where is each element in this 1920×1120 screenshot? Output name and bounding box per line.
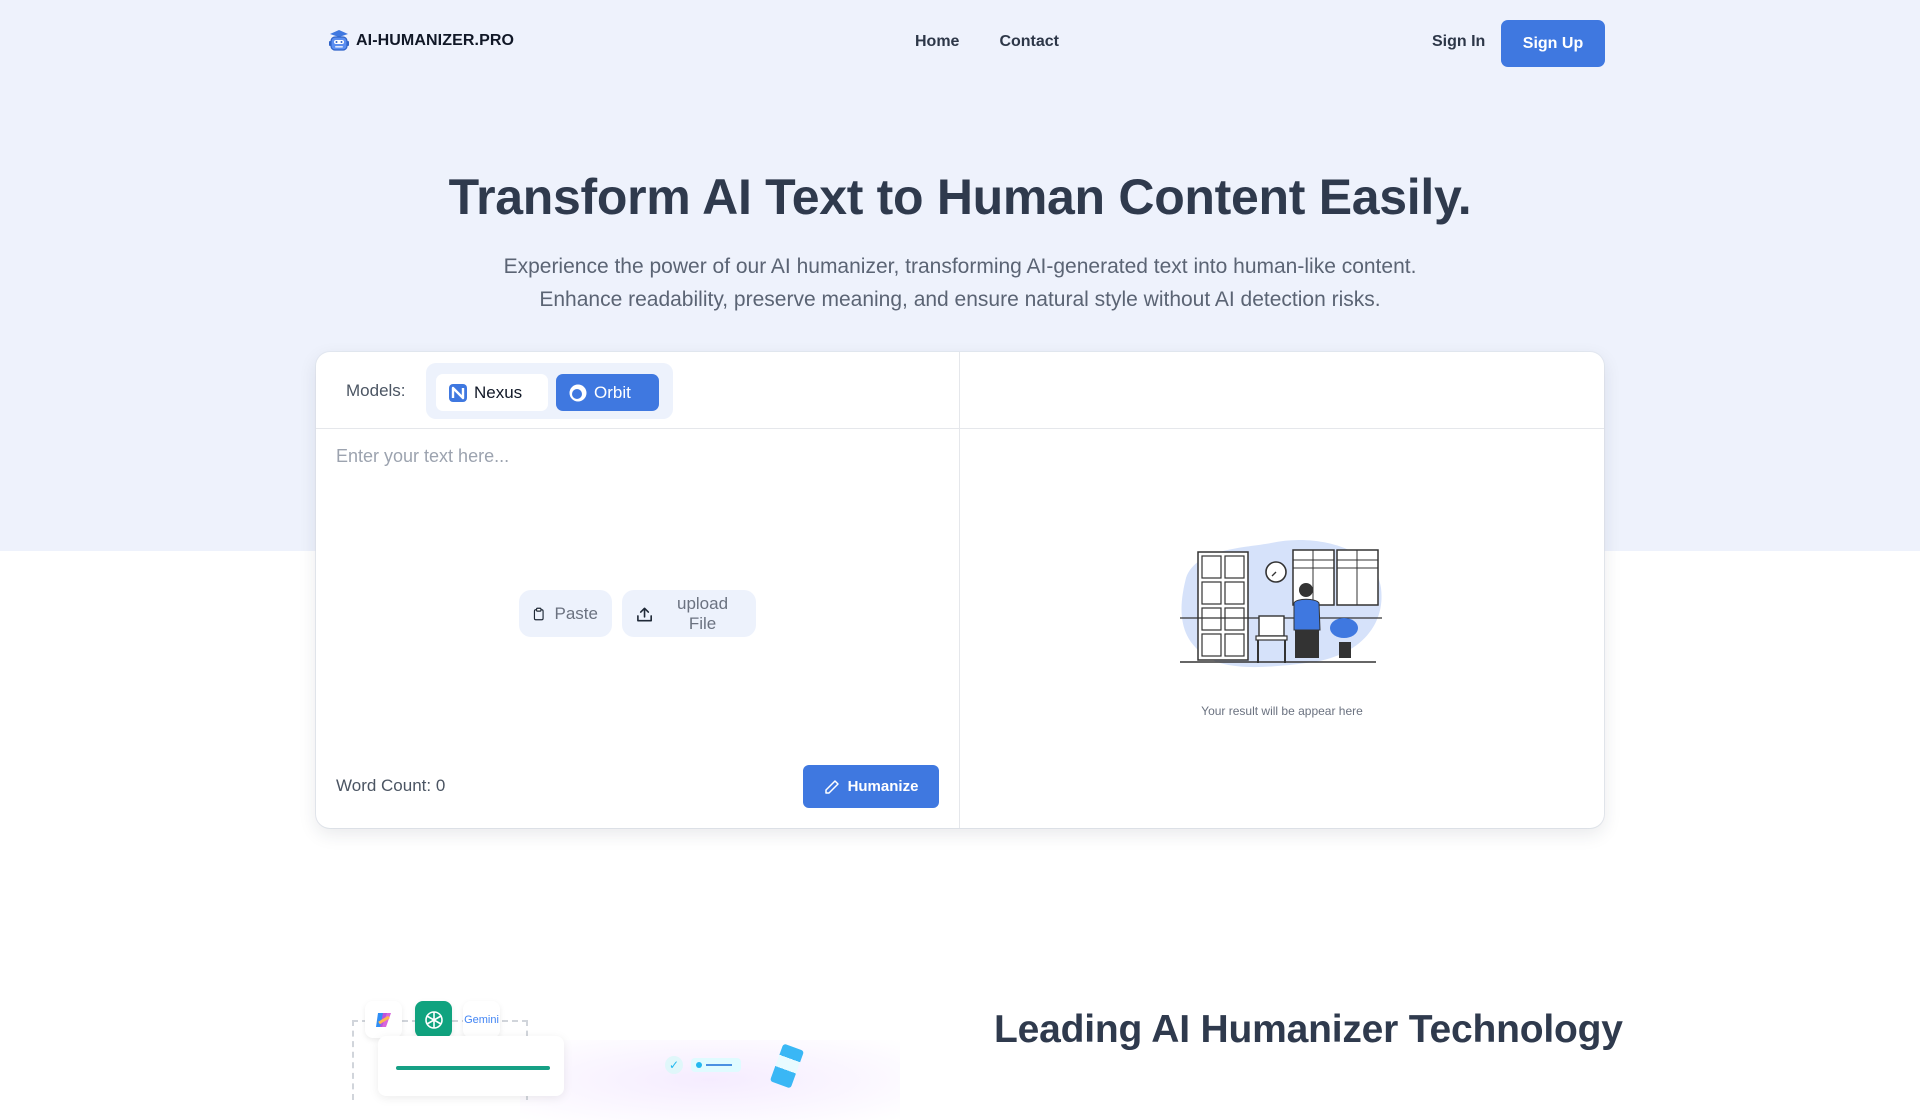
humanizer-card: Models: Nexus Orbit Paste up — [316, 352, 1604, 828]
document-preview-card — [378, 1036, 564, 1096]
models-label: Models: — [346, 381, 406, 400]
top-nav: AI-HUMANIZER.PRO Home Contact Sign In Si… — [0, 0, 1920, 86]
brand-logo[interactable]: AI-HUMANIZER.PRO — [326, 28, 514, 54]
word-count: Word Count: 0 — [336, 776, 446, 795]
progress-chip — [691, 1058, 741, 1072]
nexus-logo-icon — [449, 383, 467, 402]
robot-graduate-icon — [329, 30, 349, 51]
main-nav: Home Contact — [915, 33, 1059, 51]
clipboard-icon — [533, 607, 544, 620]
panel-divider — [959, 352, 960, 828]
features-title: Leading AI Humanizer Technology — [994, 1008, 1623, 1051]
upload-file-button[interactable]: upload File — [622, 590, 756, 637]
nav-contact-link[interactable]: Contact — [999, 33, 1059, 51]
paste-button[interactable]: Paste — [519, 590, 612, 637]
check-icon: ✓ — [665, 1056, 683, 1074]
chatgpt-logo-icon — [415, 1001, 452, 1038]
document-line — [396, 1066, 550, 1070]
model-orbit-label: Orbit — [594, 382, 631, 402]
model-selector: Nexus Orbit — [426, 363, 673, 419]
hero-subtitle-line-1: Experience the power of our AI humanizer… — [503, 255, 1417, 278]
copilot-logo-icon — [365, 1001, 402, 1038]
hero-subtitle: Experience the power of our AI humanizer… — [0, 250, 1920, 316]
model-nexus-label: Nexus — [474, 382, 523, 402]
nav-home-link[interactable]: Home — [915, 33, 959, 51]
header-divider — [316, 428, 1604, 429]
pencil-icon — [824, 779, 839, 794]
hero-subtitle-line-2: Enhance readability, preserve meaning, a… — [539, 288, 1381, 311]
sign-in-link[interactable]: Sign In — [1432, 33, 1485, 51]
upload-file-label: upload File — [677, 593, 729, 633]
paste-label: Paste — [554, 603, 598, 623]
model-orbit-button[interactable]: Orbit — [556, 374, 659, 411]
upload-icon — [637, 607, 652, 621]
gemini-logo-icon: Gemini — [463, 1001, 500, 1038]
feature-glow — [520, 1040, 900, 1120]
brand-name: AI-HUMANIZER.PRO — [356, 32, 515, 49]
waiting-room-illustration — [1180, 540, 1382, 668]
model-nexus-button[interactable]: Nexus — [436, 374, 548, 411]
orbit-logo-icon — [569, 384, 587, 401]
result-placeholder: Your result will be appear here — [1201, 704, 1363, 718]
humanize-button[interactable]: Humanize — [803, 765, 939, 808]
humanize-label: Humanize — [847, 778, 919, 795]
hero-title: Transform AI Text to Human Content Easil… — [448, 169, 1472, 225]
sign-up-button[interactable]: Sign Up — [1501, 20, 1605, 67]
